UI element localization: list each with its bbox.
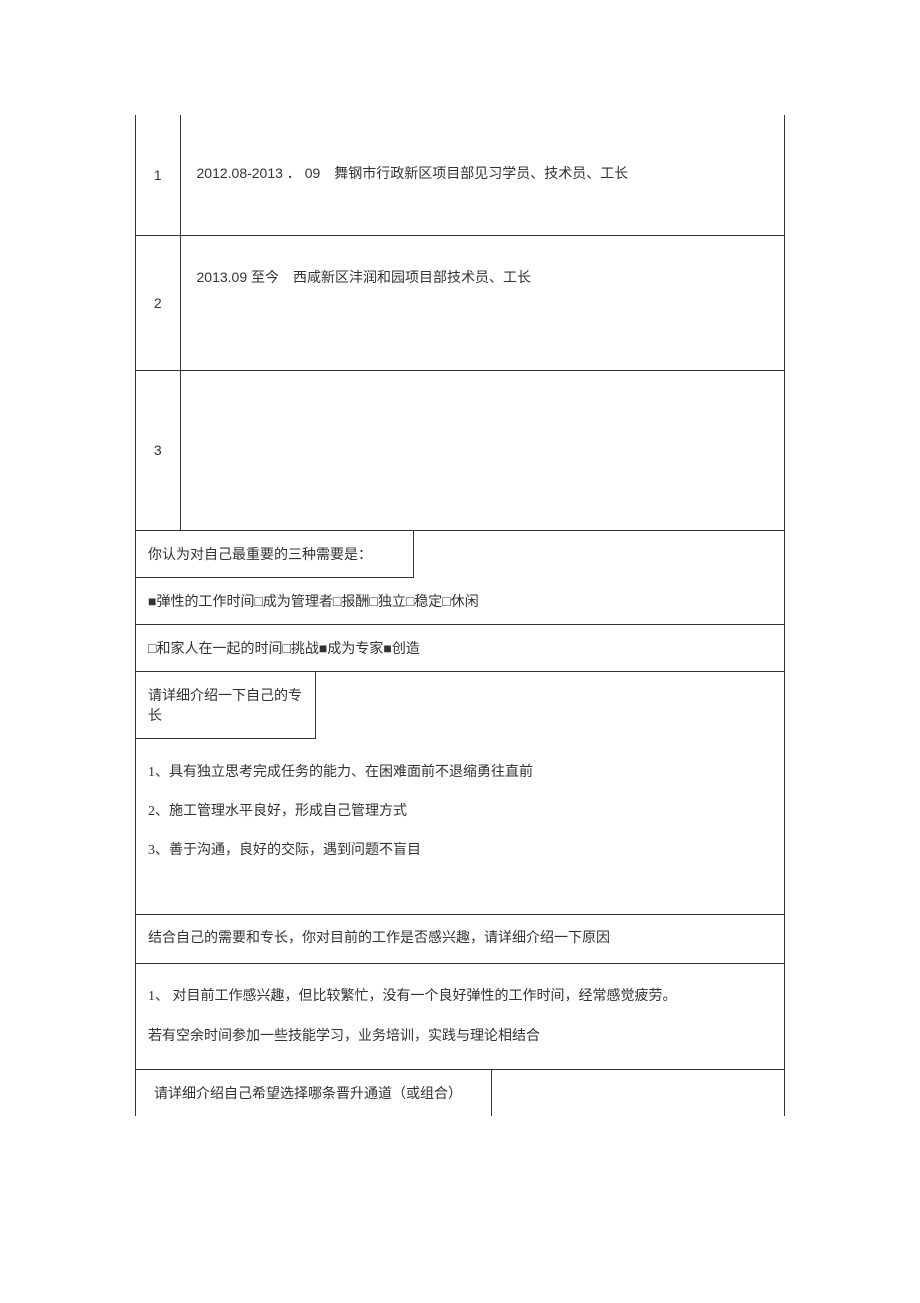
promotion-header: 请详细介绍自己希望选择哪条晋升通道（或组合） bbox=[136, 1070, 492, 1116]
specialty-item-3: 3、善于沟通，良好的交际，遇到问题不盲目 bbox=[148, 831, 772, 870]
interest-body: 1、 对目前工作感兴趣，但比较繁忙，没有一个良好弹性的工作时间，经常感觉疲劳。 … bbox=[136, 964, 784, 1069]
exp-date: 2012.08-2013 ． 09 bbox=[197, 165, 321, 181]
specialty-item-2: 2、施工管理水平良好，形成自己管理方式 bbox=[148, 792, 772, 831]
exp-number: 1 bbox=[136, 115, 180, 235]
needs-header-row: 你认为对自己最重要的三种需要是： bbox=[136, 531, 784, 578]
specialty-header: 请详细介绍一下自己的专长 bbox=[136, 672, 316, 739]
interest-line-1: 1、 对目前工作感兴趣，但比较繁忙，没有一个良好弹性的工作时间，经常感觉疲劳。 bbox=[148, 977, 772, 1016]
needs-line-2: □和家人在一起的时间□挑战■成为专家■创造 bbox=[136, 625, 784, 672]
exp-desc: 2012.08-2013 ． 09 舞钢市行政新区项目部见习学员、技术员、工长 bbox=[180, 115, 784, 235]
table-row: 1 2012.08-2013 ． 09 舞钢市行政新区项目部见习学员、技术员、工长 bbox=[136, 115, 784, 235]
exp-date: 2013.09 至今 bbox=[197, 269, 280, 285]
experience-table: 1 2012.08-2013 ． 09 舞钢市行政新区项目部见习学员、技术员、工长… bbox=[136, 115, 784, 531]
exp-desc bbox=[180, 370, 784, 530]
needs-header: 你认为对自己最重要的三种需要是： bbox=[136, 531, 414, 578]
interest-line-2: 若有空余时间参加一些技能学习，业务培训，实践与理论相结合 bbox=[148, 1017, 772, 1056]
needs-header-spacer bbox=[414, 531, 784, 578]
specialty-header-row: 请详细介绍一下自己的专长 bbox=[136, 672, 784, 739]
promotion-row: 请详细介绍自己希望选择哪条晋升通道（或组合） bbox=[136, 1070, 784, 1116]
needs-line-1: ■弹性的工作时间□成为管理者□报酬□独立□稳定□休闲 bbox=[136, 578, 784, 625]
exp-number: 2 bbox=[136, 235, 180, 370]
exp-desc: 2013.09 至今西咸新区沣润和园项目部技术员、工长 bbox=[180, 235, 784, 370]
exp-text: 西咸新区沣润和园项目部技术员、工长 bbox=[293, 271, 531, 286]
interest-header: 结合自己的需要和专长，你对目前的工作是否感兴趣，请详细介绍一下原因 bbox=[136, 915, 784, 964]
specialty-item-1: 1、具有独立思考完成任务的能力、在困难面前不退缩勇往直前 bbox=[148, 753, 772, 792]
exp-number: 3 bbox=[136, 370, 180, 530]
exp-text: 舞钢市行政新区项目部见习学员、技术员、工长 bbox=[334, 167, 628, 182]
table-row: 2 2013.09 至今西咸新区沣润和园项目部技术员、工长 bbox=[136, 235, 784, 370]
table-row: 3 bbox=[136, 370, 784, 530]
specialty-header-spacer bbox=[316, 672, 784, 739]
specialty-body: 1、具有独立思考完成任务的能力、在困难面前不退缩勇往直前 2、施工管理水平良好，… bbox=[136, 739, 784, 916]
document-container: 1 2012.08-2013 ． 09 舞钢市行政新区项目部见习学员、技术员、工长… bbox=[135, 115, 785, 1116]
promotion-spacer bbox=[492, 1070, 784, 1116]
